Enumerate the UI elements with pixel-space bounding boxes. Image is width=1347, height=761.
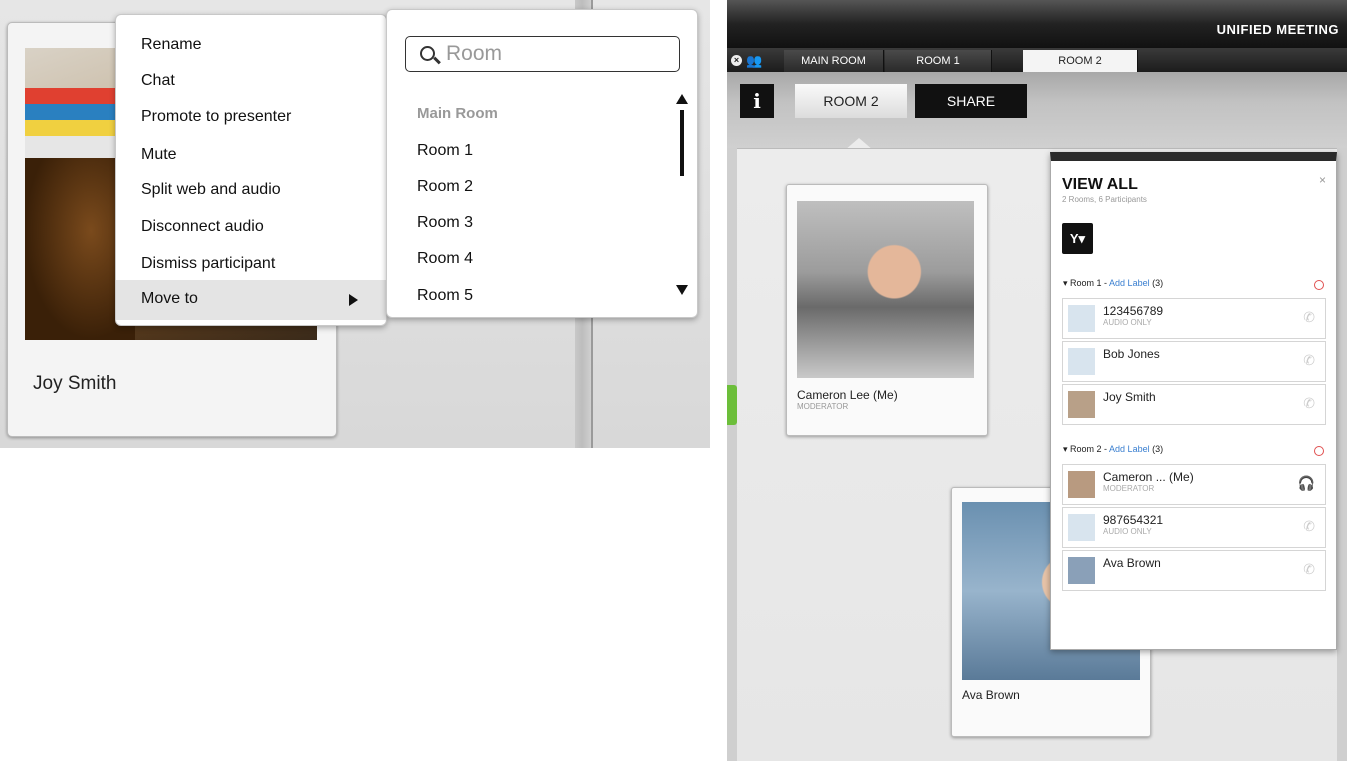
info-button[interactable]: i bbox=[740, 84, 774, 118]
participant-sub: AUDIO ONLY bbox=[1103, 318, 1152, 327]
phone-avatar-icon bbox=[1068, 514, 1095, 541]
group-header-room-1[interactable]: ▾ Room 1 - Add Label (3) bbox=[1063, 278, 1163, 289]
menu-item-promote[interactable]: Promote to presenter bbox=[141, 108, 291, 126]
participant-name: 123456789 bbox=[1103, 304, 1164, 318]
room-option-3[interactable]: Room 3 bbox=[417, 214, 473, 232]
group-name: Room 2 - bbox=[1070, 444, 1110, 454]
scroll-up-icon[interactable] bbox=[676, 94, 688, 104]
participant-name: Joy Smith bbox=[1103, 390, 1156, 404]
room-option-4[interactable]: Room 4 bbox=[417, 250, 473, 268]
avatar bbox=[1068, 391, 1095, 418]
participant-name: Ava Brown bbox=[1103, 556, 1161, 570]
menu-item-move-to[interactable]: Move to bbox=[141, 290, 198, 308]
scrollbar-thumb[interactable] bbox=[680, 110, 684, 176]
move-to-submenu: Room Main Room Room 1 Room 2 Room 3 Room… bbox=[386, 9, 698, 318]
filter-icon[interactable]: Y▾ bbox=[1062, 223, 1093, 254]
room-option-5[interactable]: Room 5 bbox=[417, 287, 473, 305]
list-item[interactable]: 987654321 AUDIO ONLY ✆ bbox=[1062, 507, 1326, 548]
phone-icon[interactable]: ✆ bbox=[1303, 352, 1315, 369]
participant-name: 987654321 bbox=[1103, 513, 1164, 527]
close-icon[interactable]: × bbox=[1319, 173, 1326, 187]
panel-title: VIEW ALL bbox=[1062, 176, 1138, 193]
group-count: (3) bbox=[1152, 444, 1164, 454]
phone-avatar-icon bbox=[1068, 305, 1095, 332]
avatar bbox=[1068, 471, 1095, 498]
participant-sub: MODERATOR bbox=[1103, 484, 1155, 493]
search-icon bbox=[420, 46, 435, 61]
search-placeholder: Room bbox=[446, 42, 503, 65]
add-label-link[interactable]: Add Label bbox=[1109, 278, 1150, 288]
menu-item-split[interactable]: Split web and audio bbox=[141, 181, 281, 199]
add-label-link[interactable]: Add Label bbox=[1109, 444, 1150, 454]
list-item[interactable]: Bob Jones ✆ bbox=[1062, 341, 1326, 382]
room-search-input[interactable]: Room bbox=[405, 36, 680, 72]
room-label-button[interactable]: ROOM 2 bbox=[795, 84, 907, 118]
headset-icon[interactable]: 🎧 bbox=[1298, 475, 1315, 492]
participant-name: Bob Jones bbox=[1103, 347, 1160, 361]
avatar bbox=[1068, 557, 1095, 584]
side-panel-toggle[interactable] bbox=[727, 385, 737, 425]
participant-context-menu: Rename Chat Promote to presenter Mute Sp… bbox=[115, 14, 387, 326]
menu-item-disconnect-audio[interactable]: Disconnect audio bbox=[141, 218, 264, 236]
panel-subtitle: 2 Rooms, 6 Participants bbox=[1062, 195, 1147, 204]
group-name: Room 1 - bbox=[1070, 278, 1110, 288]
participant-name: Ava Brown bbox=[962, 688, 1020, 702]
group-header-room-2[interactable]: ▾ Room 2 - Add Label (3) bbox=[1063, 444, 1163, 455]
group-count: (3) bbox=[1152, 278, 1164, 288]
menu-item-chat[interactable]: Chat bbox=[141, 72, 175, 90]
participants-icon[interactable]: 👥 bbox=[746, 53, 762, 69]
menu-item-dismiss[interactable]: Dismiss participant bbox=[141, 255, 275, 273]
app-brand: UNIFIED MEETING bbox=[1216, 22, 1339, 37]
phone-icon[interactable]: ✆ bbox=[1303, 309, 1315, 326]
close-icon[interactable]: × bbox=[731, 55, 742, 66]
room-option-1[interactable]: Room 1 bbox=[417, 142, 473, 160]
participant-name: Joy Smith bbox=[33, 373, 117, 394]
list-item[interactable]: 123456789 AUDIO ONLY ✆ bbox=[1062, 298, 1326, 339]
participant-card-cameron[interactable]: Cameron Lee (Me) MODERATOR bbox=[786, 184, 988, 436]
phone-icon[interactable]: ✆ bbox=[1303, 395, 1315, 412]
participant-sub: AUDIO ONLY bbox=[1103, 527, 1152, 536]
participant-name: Cameron Lee (Me) bbox=[797, 388, 898, 402]
right-screenshot: UNIFIED MEETING × 👥 MAIN ROOM ROOM 1 ROO… bbox=[727, 0, 1347, 761]
list-item[interactable]: Ava Brown ✆ bbox=[1062, 550, 1326, 591]
menu-item-mute[interactable]: Mute bbox=[141, 146, 177, 164]
avatar bbox=[1068, 348, 1095, 375]
tab-room-1[interactable]: ROOM 1 bbox=[885, 50, 992, 72]
menu-item-rename[interactable]: Rename bbox=[141, 36, 201, 54]
list-item[interactable]: Cameron ... (Me) MODERATOR 🎧 bbox=[1062, 464, 1326, 505]
scroll-down-icon[interactable] bbox=[676, 285, 688, 295]
submenu-header: Main Room bbox=[417, 105, 498, 122]
participant-name: Cameron ... (Me) bbox=[1103, 470, 1194, 484]
participant-photo bbox=[797, 201, 974, 378]
list-item[interactable]: Joy Smith ✆ bbox=[1062, 384, 1326, 425]
participant-role: MODERATOR bbox=[797, 402, 849, 411]
tab-room-2[interactable]: ROOM 2 bbox=[1023, 50, 1138, 72]
phone-icon[interactable]: ✆ bbox=[1303, 518, 1315, 535]
share-button[interactable]: SHARE bbox=[915, 84, 1027, 118]
left-screenshot: Joy Smith Rename Chat Promote to present… bbox=[0, 0, 710, 448]
view-all-panel: VIEW ALL 2 Rooms, 6 Participants × Y▾ ▾ … bbox=[1050, 152, 1337, 650]
remove-group-icon[interactable] bbox=[1314, 280, 1324, 290]
phone-icon[interactable]: ✆ bbox=[1303, 561, 1315, 578]
remove-group-icon[interactable] bbox=[1314, 446, 1324, 456]
submenu-arrow-icon bbox=[349, 294, 358, 306]
tab-main-room[interactable]: MAIN ROOM bbox=[784, 50, 884, 72]
room-option-2[interactable]: Room 2 bbox=[417, 178, 473, 196]
